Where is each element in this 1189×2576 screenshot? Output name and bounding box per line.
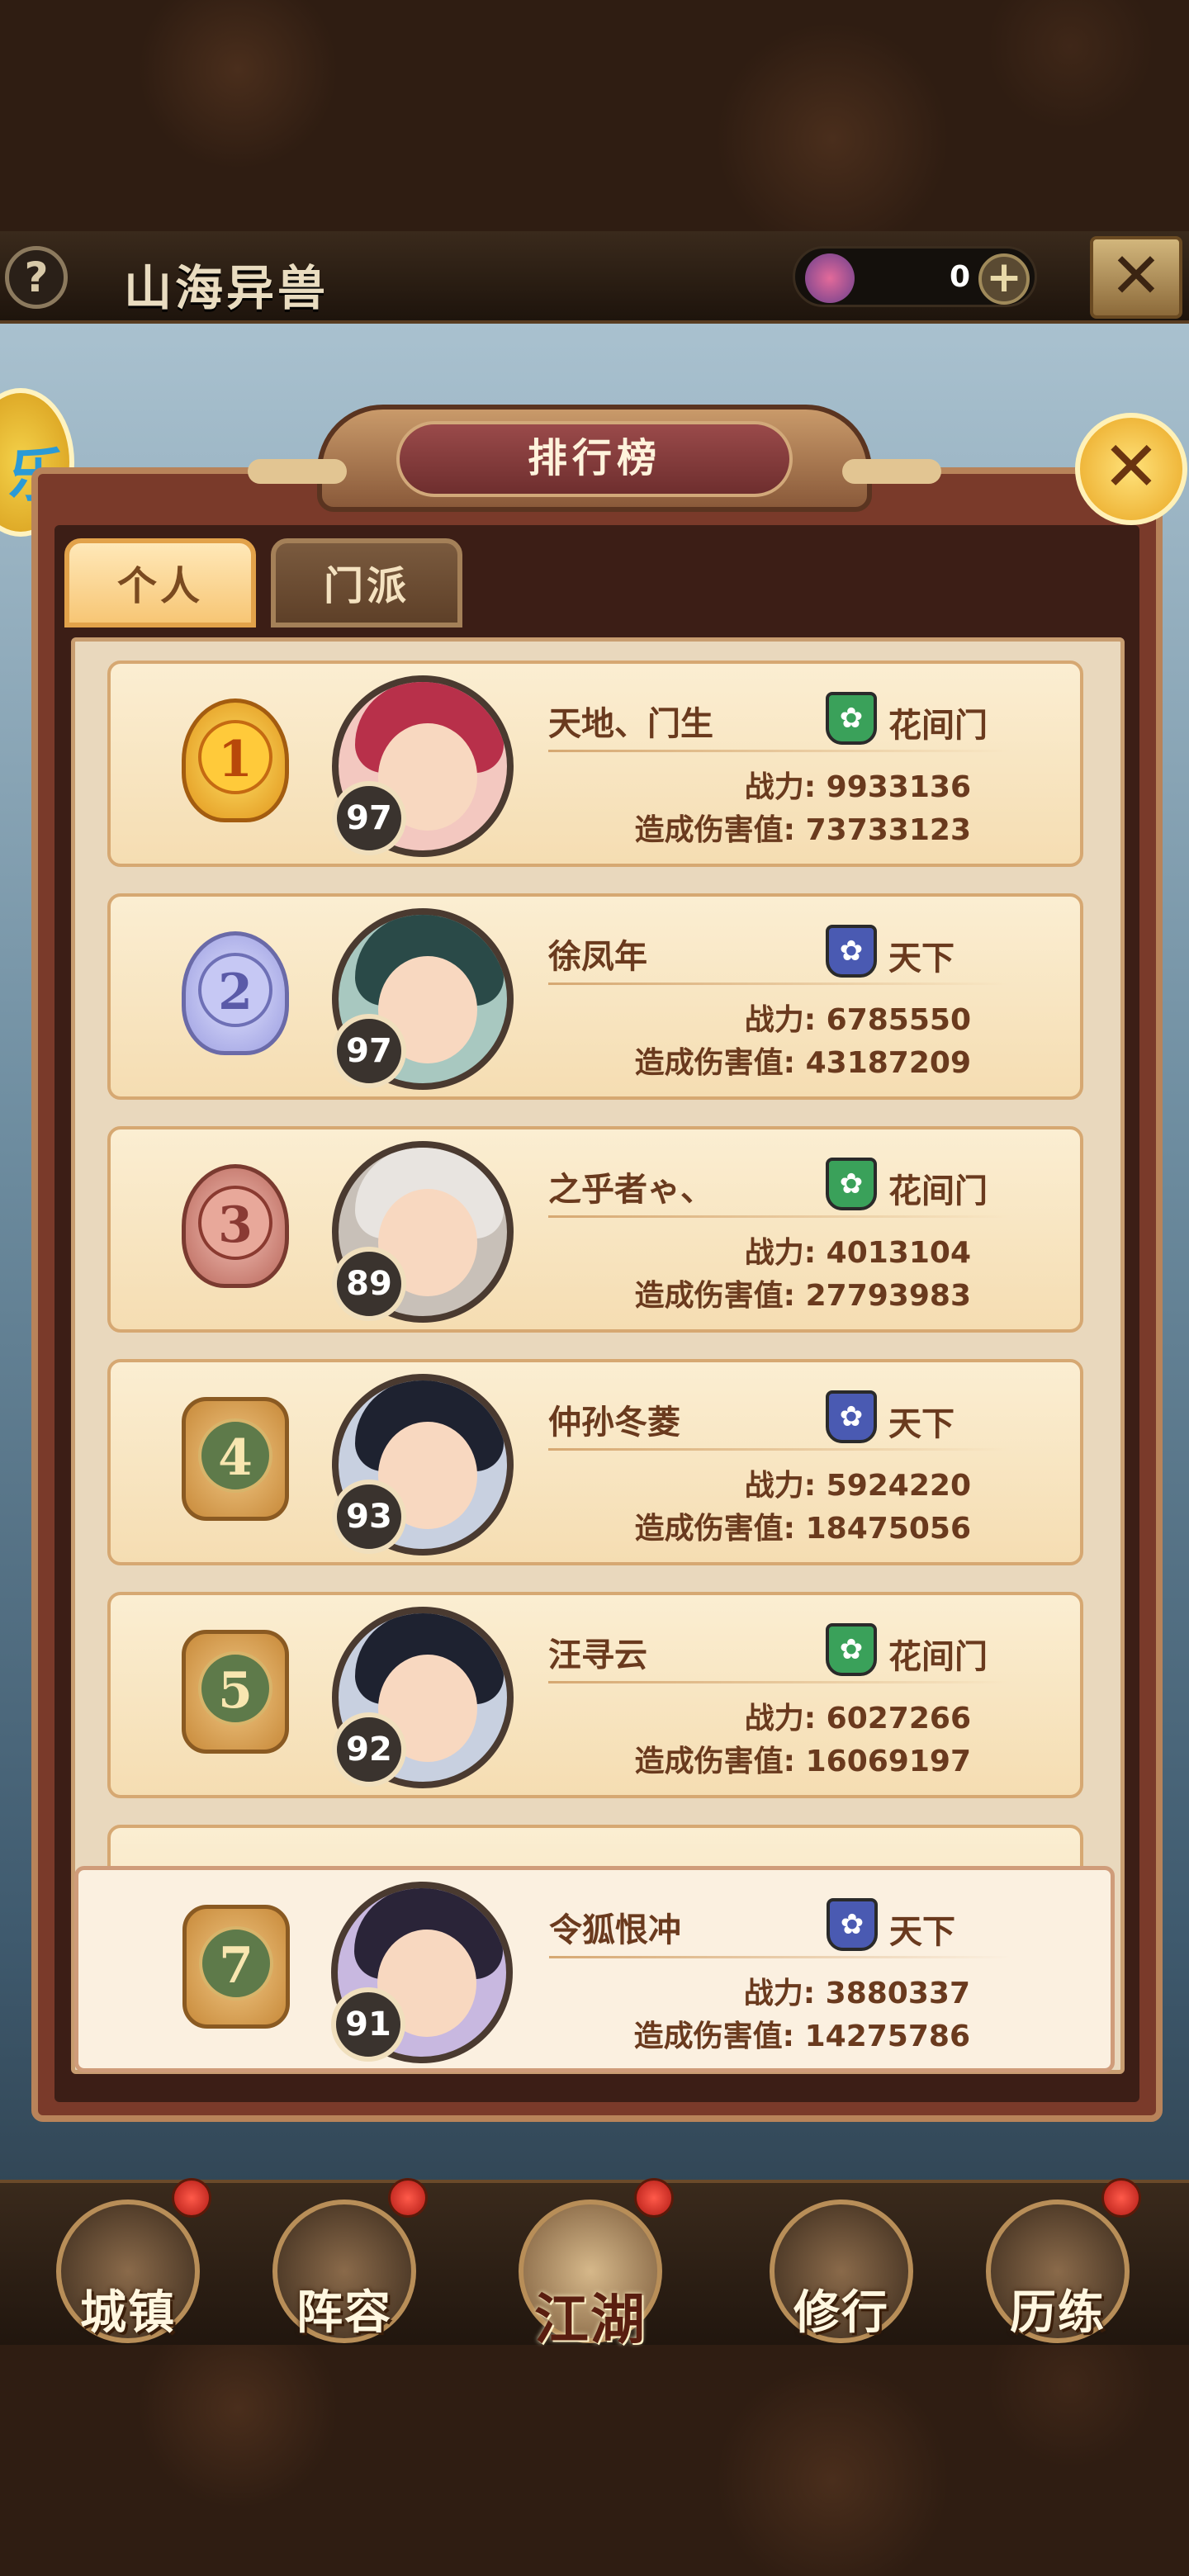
power-stat: 战力: 3880337 bbox=[743, 1977, 970, 2010]
rank-medal-icon: 5 bbox=[165, 1622, 306, 1762]
divider bbox=[548, 983, 1011, 985]
silver-medal-icon: 2 bbox=[165, 923, 306, 1063]
faction-name: 天下 bbox=[888, 1405, 955, 1443]
rank-number: 3 bbox=[198, 1186, 272, 1260]
ranking-row[interactable] bbox=[107, 1825, 1083, 1866]
faction-name: 花间门 bbox=[888, 1172, 988, 1210]
player-name: 汪寻云 bbox=[548, 1636, 647, 1674]
damage-stat: 造成伤害值: 73733123 bbox=[634, 813, 971, 847]
nav-label: 江湖 bbox=[534, 2288, 647, 2351]
gold-medal-icon: 1 bbox=[165, 690, 306, 831]
damage-stat: 造成伤害值: 43187209 bbox=[634, 1046, 971, 1080]
player-name: 天地、门生 bbox=[548, 705, 713, 743]
bottom-nav: 城镇 阵容 江湖 修行 历练 bbox=[0, 2178, 1189, 2351]
help-button[interactable]: ? bbox=[5, 246, 68, 309]
notification-dot bbox=[1101, 2178, 1141, 2218]
self-ranking-row[interactable]: 7 91 令狐恨冲 ✿ 天下 战力: 3880337 造成伤害值: 142757… bbox=[74, 1866, 1115, 2072]
divider bbox=[548, 1681, 1011, 1683]
faction-flag-icon: ✿ bbox=[827, 1898, 878, 1951]
nav-training[interactable]: 历练 bbox=[979, 2178, 1141, 2343]
title-plaque: 排行榜 bbox=[248, 405, 941, 512]
panel-title: 排行榜 bbox=[396, 421, 793, 497]
ranking-row[interactable]: 5 92 汪寻云 ✿ 花间门 战力: 6027266 造成伤害值: 160691… bbox=[107, 1592, 1083, 1798]
gem-icon bbox=[805, 253, 855, 303]
faction-name: 天下 bbox=[888, 940, 955, 978]
ranking-row[interactable]: 1 97 天地、门生 ✿ 花间门 战力: 9933136 造成伤害值: 7373… bbox=[107, 661, 1083, 867]
rank-number: 1 bbox=[198, 720, 272, 794]
rank-number: 4 bbox=[198, 1418, 272, 1493]
tab-personal[interactable]: 个人 bbox=[64, 538, 256, 627]
background-bottom bbox=[0, 2337, 1189, 2576]
power-stat: 战力: 5924220 bbox=[744, 1469, 971, 1503]
ranking-list[interactable]: 1 97 天地、门生 ✿ 花间门 战力: 9933136 造成伤害值: 7373… bbox=[107, 661, 1083, 1866]
scene-title: 山海异兽 bbox=[124, 260, 329, 316]
level-badge: 91 bbox=[331, 1987, 405, 2062]
nav-jianghu[interactable]: 江湖 bbox=[512, 2178, 674, 2351]
nav-label: 历练 bbox=[1010, 2286, 1106, 2340]
top-close-button[interactable]: ✕ bbox=[1090, 236, 1182, 319]
nav-town[interactable]: 城镇 bbox=[50, 2178, 211, 2343]
background-top bbox=[0, 0, 1189, 231]
add-currency-button[interactable]: + bbox=[978, 253, 1030, 305]
ranking-row[interactable]: 4 93 仲孙冬菱 ✿ 天下 战力: 5924220 造成伤害值: 184750… bbox=[107, 1359, 1083, 1565]
nav-label: 城镇 bbox=[80, 2286, 176, 2340]
damage-stat: 造成伤害值: 18475056 bbox=[634, 1512, 971, 1546]
player-name: 徐凤年 bbox=[548, 938, 647, 976]
currency-value: 0 bbox=[949, 260, 970, 294]
faction-flag-icon: ✿ bbox=[826, 1390, 877, 1443]
faction-flag-icon: ✿ bbox=[826, 925, 877, 978]
faction-flag-icon: ✿ bbox=[826, 692, 877, 745]
divider bbox=[549, 1956, 1011, 1958]
power-stat: 战力: 6785550 bbox=[744, 1003, 971, 1037]
level-badge: 93 bbox=[332, 1480, 406, 1554]
level-badge: 92 bbox=[332, 1712, 406, 1787]
notification-dot bbox=[172, 2178, 211, 2218]
power-stat: 战力: 6027266 bbox=[744, 1702, 971, 1735]
faction-name: 花间门 bbox=[888, 707, 988, 745]
bronze-medal-icon: 3 bbox=[165, 1156, 306, 1296]
level-badge: 97 bbox=[332, 1014, 406, 1088]
notification-dot bbox=[388, 2178, 428, 2218]
notification-dot bbox=[634, 2178, 674, 2218]
player-name: 之乎者ゃ、 bbox=[548, 1171, 713, 1209]
power-stat: 战力: 4013104 bbox=[744, 1236, 971, 1270]
level-badge: 97 bbox=[332, 781, 406, 855]
nav-label: 修行 bbox=[793, 2286, 889, 2340]
player-name: 令狐恨冲 bbox=[549, 1911, 681, 1949]
power-stat: 战力: 9933136 bbox=[744, 770, 971, 804]
divider bbox=[548, 1215, 1011, 1218]
nav-label: 阵容 bbox=[296, 2286, 392, 2340]
ranking-row[interactable]: 3 89 之乎者ゃ、 ✿ 花间门 战力: 4013104 造成伤害值: 2779… bbox=[107, 1126, 1083, 1333]
damage-stat: 造成伤害值: 14275786 bbox=[633, 2020, 970, 2053]
nav-lineup[interactable]: 阵容 bbox=[266, 2178, 428, 2343]
rank-number: 5 bbox=[198, 1651, 272, 1726]
nav-cultivate[interactable]: 修行 bbox=[763, 2200, 920, 2343]
damage-stat: 造成伤害值: 16069197 bbox=[634, 1745, 971, 1778]
top-bar: ? 山海异兽 0 + ✕ bbox=[0, 231, 1189, 324]
damage-stat: 造成伤害值: 27793983 bbox=[634, 1279, 971, 1313]
panel-close-button[interactable]: ✕ bbox=[1075, 413, 1187, 525]
divider bbox=[548, 750, 1011, 752]
rank-number: 7 bbox=[199, 1926, 273, 2001]
faction-name: 花间门 bbox=[888, 1638, 988, 1676]
ranking-row[interactable]: 2 97 徐凤年 ✿ 天下 战力: 6785550 造成伤害值: 4318720… bbox=[107, 893, 1083, 1100]
faction-name: 天下 bbox=[889, 1913, 955, 1951]
divider bbox=[548, 1448, 1011, 1451]
faction-flag-icon: ✿ bbox=[826, 1623, 877, 1676]
tab-faction[interactable]: 门派 bbox=[271, 538, 462, 627]
player-name: 仲孙冬菱 bbox=[548, 1404, 680, 1442]
currency-display: 0 + bbox=[793, 246, 1037, 307]
rank-medal-icon: 4 bbox=[165, 1389, 306, 1529]
level-badge: 89 bbox=[332, 1247, 406, 1321]
faction-flag-icon: ✿ bbox=[826, 1158, 877, 1210]
rank-number: 2 bbox=[198, 953, 272, 1027]
rank-medal-icon: 7 bbox=[166, 1896, 306, 2037]
